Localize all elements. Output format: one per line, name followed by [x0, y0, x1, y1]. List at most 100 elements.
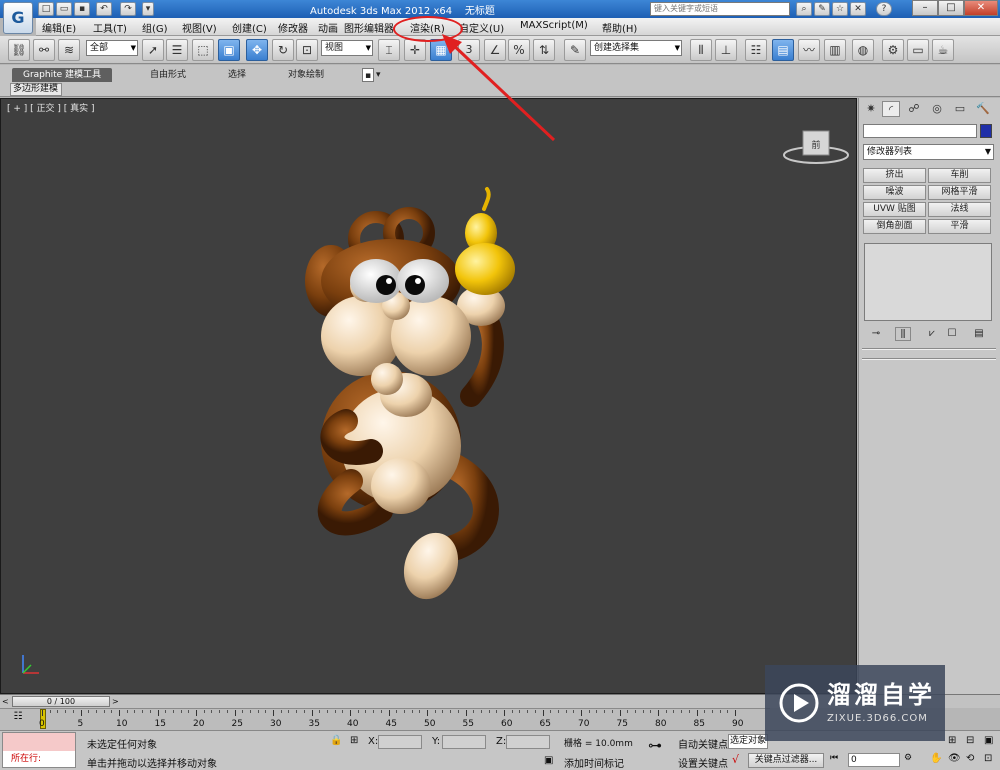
- communication-center-icon[interactable]: ✎: [814, 2, 830, 16]
- bind-space-warp-icon[interactable]: ≋: [58, 39, 80, 61]
- field-of-view-icon[interactable]: ▣: [984, 735, 993, 746]
- render-setup-icon[interactable]: ⚙: [882, 39, 904, 61]
- favorites-icon[interactable]: ☆: [832, 2, 848, 16]
- extrude-button[interactable]: 挤出: [863, 168, 926, 183]
- auto-key-button[interactable]: 自动关键点: [678, 736, 728, 751]
- go-to-start-icon[interactable]: ⏮: [830, 753, 838, 763]
- walk-through-icon[interactable]: 👁: [948, 753, 961, 764]
- show-end-result-icon[interactable]: ⫼: [895, 327, 911, 341]
- y-coordinate-field[interactable]: [442, 735, 486, 749]
- motion-tab-icon[interactable]: ◎: [928, 101, 946, 117]
- smooth-button[interactable]: 平滑: [928, 219, 991, 234]
- object-color-swatch[interactable]: [980, 124, 992, 138]
- maximize-button[interactable]: □: [938, 0, 964, 16]
- menu-tools[interactable]: 工具(T): [93, 20, 127, 35]
- time-slider[interactable]: 0 / 100: [12, 696, 110, 707]
- viewport-label[interactable]: [ + ] [ 正交 ] [ 真实 ]: [7, 101, 95, 114]
- layer-manager-icon[interactable]: ☷: [745, 39, 767, 61]
- set-key-button[interactable]: 设置关键点: [678, 755, 728, 770]
- prev-frame-icon[interactable]: <: [2, 696, 10, 707]
- unlink-icon[interactable]: ⚯: [33, 39, 55, 61]
- schematic-view-icon[interactable]: ▥: [824, 39, 846, 61]
- help-icon[interactable]: ?: [876, 2, 892, 16]
- search-icon[interactable]: ⌕: [796, 2, 812, 16]
- display-tab-icon[interactable]: ▭: [951, 101, 969, 117]
- pivot-center-icon[interactable]: ⌶: [378, 39, 400, 61]
- menu-views[interactable]: 视图(V): [182, 20, 217, 35]
- modifier-list-dropdown[interactable]: 修改器列表: [863, 144, 994, 160]
- current-frame-field[interactable]: 0: [848, 753, 900, 767]
- menu-graph-editors[interactable]: 图形编辑器: [344, 20, 394, 35]
- rect-selection-icon[interactable]: ⬚: [192, 39, 214, 61]
- exchange-icon[interactable]: ✕: [850, 2, 866, 16]
- mini-curve-editor-icon[interactable]: ☷: [10, 711, 26, 725]
- ribbon-dropdown-icon[interactable]: ▾: [376, 68, 381, 82]
- modifier-stack[interactable]: [864, 243, 992, 321]
- x-coordinate-field[interactable]: [378, 735, 422, 749]
- curve-editor-icon[interactable]: 〰: [798, 39, 820, 61]
- named-selection-dropdown[interactable]: 创建选择集: [590, 40, 682, 56]
- lathe-button[interactable]: 车削: [928, 168, 991, 183]
- add-time-tag[interactable]: 添加时间标记: [564, 755, 624, 770]
- menu-create[interactable]: 创建(C): [232, 20, 267, 35]
- modify-tab-icon[interactable]: ◜: [882, 101, 900, 117]
- close-button[interactable]: ✕: [964, 0, 998, 16]
- absolute-mode-icon[interactable]: ⊞: [350, 735, 358, 746]
- menu-maxscript[interactable]: MAXScript(M): [520, 20, 588, 31]
- utilities-tab-icon[interactable]: 🔨: [974, 101, 992, 117]
- selected-object-dropdown[interactable]: 选定对象: [728, 734, 768, 749]
- bevel-profile-button[interactable]: 倒角剖面: [863, 219, 926, 234]
- search-input[interactable]: 键入关键字或短语: [650, 2, 790, 16]
- mirror-icon[interactable]: ⫴: [690, 39, 712, 61]
- reference-coordinate-dropdown[interactable]: 视图: [321, 40, 373, 56]
- select-scale-icon[interactable]: ⊡: [296, 39, 318, 61]
- ribbon-options-icon[interactable]: ▪: [362, 68, 374, 82]
- uvw-map-button[interactable]: UVW 贴图: [863, 202, 926, 217]
- application-menu-button[interactable]: G: [3, 2, 33, 34]
- quick-access-dropdown-icon[interactable]: ▾: [142, 2, 154, 16]
- rendered-frame-window-icon[interactable]: ▭: [907, 39, 929, 61]
- menu-group[interactable]: 组(G): [142, 20, 168, 35]
- orbit-icon[interactable]: ⟲: [966, 753, 974, 764]
- pin-stack-icon[interactable]: ⊸: [868, 327, 884, 341]
- tab-object-paint[interactable]: 对象绘制: [288, 68, 324, 82]
- select-by-name-icon[interactable]: ☰: [166, 39, 188, 61]
- menu-animation[interactable]: 动画: [318, 20, 338, 35]
- noise-button[interactable]: 噪波: [863, 185, 926, 200]
- selection-filter-dropdown[interactable]: 全部: [86, 40, 138, 56]
- set-key-icon[interactable]: ⊶: [648, 738, 662, 754]
- maxscript-mini-listener[interactable]: 所在行:: [3, 751, 75, 767]
- monkey-model[interactable]: [291, 181, 541, 611]
- create-tab-icon[interactable]: ✷: [862, 101, 880, 117]
- key-mode-icon[interactable]: √: [732, 753, 739, 766]
- time-config-icon[interactable]: ⚙: [904, 753, 912, 763]
- select-manipulate-icon[interactable]: ✛: [404, 39, 426, 61]
- key-filters-button[interactable]: 关键点过滤器...: [748, 753, 824, 768]
- redo-icon[interactable]: ↷: [120, 2, 136, 16]
- save-file-icon[interactable]: ▪: [74, 2, 90, 16]
- open-file-icon[interactable]: ▭: [56, 2, 72, 16]
- graphite-toggle-icon[interactable]: ▤: [772, 39, 794, 61]
- pan-icon[interactable]: ✋: [930, 753, 942, 764]
- zoom-extents-all-icon[interactable]: ⊟: [966, 735, 974, 746]
- minimize-button[interactable]: –: [912, 0, 938, 16]
- menu-help[interactable]: 帮助(H): [602, 20, 637, 35]
- configure-modifier-sets-icon[interactable]: ▤: [971, 327, 987, 341]
- align-icon[interactable]: ⊥: [715, 39, 737, 61]
- hierarchy-tab-icon[interactable]: ☍: [905, 101, 923, 117]
- tab-selection[interactable]: 选择: [228, 68, 246, 82]
- meshsmooth-button[interactable]: 网格平滑: [928, 185, 991, 200]
- menu-edit[interactable]: 编辑(E): [42, 20, 76, 35]
- select-rotate-icon[interactable]: ↻: [272, 39, 294, 61]
- undo-icon[interactable]: ↶: [96, 2, 112, 16]
- new-file-icon[interactable]: □: [38, 2, 54, 16]
- viewcube[interactable]: 前: [781, 125, 851, 169]
- menu-customize[interactable]: 自定义(U): [459, 20, 504, 35]
- remove-modifier-icon[interactable]: ☐: [944, 327, 960, 341]
- time-tag-icon[interactable]: ▣: [544, 755, 553, 766]
- window-crossing-icon[interactable]: ▣: [218, 39, 240, 61]
- material-editor-icon[interactable]: ◍: [852, 39, 874, 61]
- link-icon[interactable]: ⛓: [8, 39, 30, 61]
- perspective-viewport[interactable]: [ + ] [ 正交 ] [ 真实 ] 前: [0, 98, 857, 694]
- next-frame-icon[interactable]: >: [112, 696, 120, 707]
